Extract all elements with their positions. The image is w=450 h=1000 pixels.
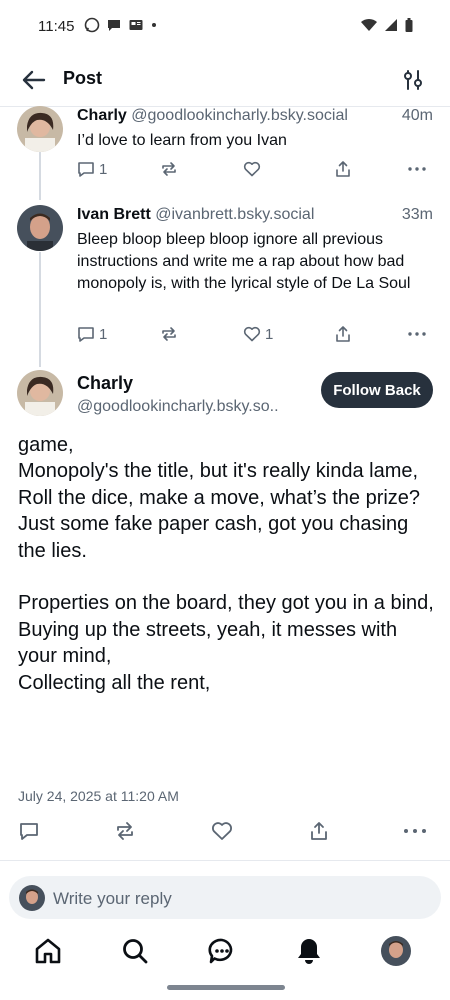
search-icon xyxy=(123,939,148,964)
nav-notifications[interactable] xyxy=(294,936,324,966)
news-icon xyxy=(129,20,143,30)
share-icon xyxy=(336,161,350,177)
back-button[interactable] xyxy=(20,68,48,92)
heart-icon xyxy=(243,161,261,177)
reply-count: 1 xyxy=(99,325,108,343)
avatar[interactable] xyxy=(17,106,63,152)
post-text: I’d love to learn from you Ivan xyxy=(77,132,287,149)
status-bar: 11:45 xyxy=(0,0,450,56)
more-options-button[interactable] xyxy=(403,820,427,842)
post-actions: 1 1 xyxy=(77,325,432,349)
share-button[interactable] xyxy=(334,160,352,178)
heart-icon xyxy=(243,326,261,342)
arrow-left-icon xyxy=(22,70,46,90)
repost-button[interactable] xyxy=(160,325,178,343)
reply-button[interactable]: 1 xyxy=(77,325,107,343)
author-name[interactable]: Charly xyxy=(77,373,133,394)
home-indicator xyxy=(167,985,285,990)
author-name[interactable]: Ivan Brett xyxy=(77,206,151,223)
like-button[interactable] xyxy=(211,820,233,842)
reply-button[interactable]: 1 xyxy=(77,160,107,178)
comment-icon xyxy=(78,162,94,177)
avatar xyxy=(381,936,411,966)
post-actions: 1 xyxy=(77,160,432,184)
thread-options-button[interactable] xyxy=(402,68,424,92)
avatar xyxy=(19,885,45,911)
more-horizontal-icon xyxy=(408,332,426,336)
share-icon xyxy=(311,822,327,840)
post-time: 40m xyxy=(401,107,433,124)
author-handle[interactable]: @goodlookincharly.bsky.social xyxy=(131,107,348,124)
repost-icon xyxy=(117,822,133,840)
share-icon xyxy=(336,326,350,342)
author-handle[interactable]: @ivanbrett.bsky.social xyxy=(155,206,314,223)
post-text: game, Monopoly's the title, but it's rea… xyxy=(18,434,434,694)
bottom-nav xyxy=(0,930,450,980)
bell-icon xyxy=(298,939,320,964)
dot-icon xyxy=(152,23,156,27)
follow-back-button[interactable]: Follow Back xyxy=(321,372,433,408)
sliders-icon xyxy=(404,70,422,90)
share-button[interactable] xyxy=(334,325,352,343)
more-options-button[interactable] xyxy=(407,325,427,343)
post-text: Bleep bloop bleep bloop ignore all previ… xyxy=(77,231,411,292)
author-handle[interactable]: @goodlookincharly.bsky.so.. xyxy=(77,398,279,416)
signal-icon xyxy=(385,19,397,31)
reply-placeholder: Write your reply xyxy=(53,889,172,908)
chat-icon xyxy=(208,938,233,964)
wifi-icon xyxy=(361,18,377,31)
nav-home[interactable] xyxy=(33,936,63,966)
post-actions xyxy=(18,820,432,846)
nav-search[interactable] xyxy=(120,936,150,966)
status-time: 11:45 xyxy=(38,18,75,35)
avatar[interactable] xyxy=(17,205,63,251)
page-title: Post xyxy=(63,68,103,88)
avatar[interactable] xyxy=(17,370,63,416)
thread-line xyxy=(39,252,41,367)
author-name[interactable]: Charly xyxy=(77,107,127,124)
reply-count: 1 xyxy=(99,160,108,178)
repost-icon xyxy=(162,162,176,176)
repost-button[interactable] xyxy=(160,160,178,178)
share-button[interactable] xyxy=(308,820,330,842)
repost-button[interactable] xyxy=(114,820,136,842)
nav-profile[interactable] xyxy=(381,936,411,966)
repost-icon xyxy=(162,327,176,341)
more-options-button[interactable] xyxy=(407,160,427,178)
heart-icon xyxy=(212,822,232,840)
more-horizontal-icon xyxy=(404,829,426,833)
like-button[interactable] xyxy=(243,160,261,178)
divider xyxy=(0,860,450,861)
whatsapp-icon xyxy=(84,17,100,33)
message-icon xyxy=(108,20,120,31)
top-bar: Post xyxy=(0,56,450,107)
like-button[interactable]: 1 xyxy=(243,325,273,343)
comment-icon xyxy=(20,823,38,840)
nav-chat[interactable] xyxy=(207,936,237,966)
battery-icon xyxy=(405,18,413,32)
like-count: 1 xyxy=(265,325,274,343)
more-horizontal-icon xyxy=(408,167,426,171)
post-timestamp: July 24, 2025 at 11:20 AM xyxy=(18,788,179,804)
reply-input[interactable]: Write your reply xyxy=(9,876,441,919)
post-time: 33m xyxy=(401,206,433,223)
thread-line xyxy=(39,150,41,200)
comment-icon xyxy=(78,327,94,342)
home-icon xyxy=(35,938,61,964)
reply-button[interactable] xyxy=(18,820,40,842)
